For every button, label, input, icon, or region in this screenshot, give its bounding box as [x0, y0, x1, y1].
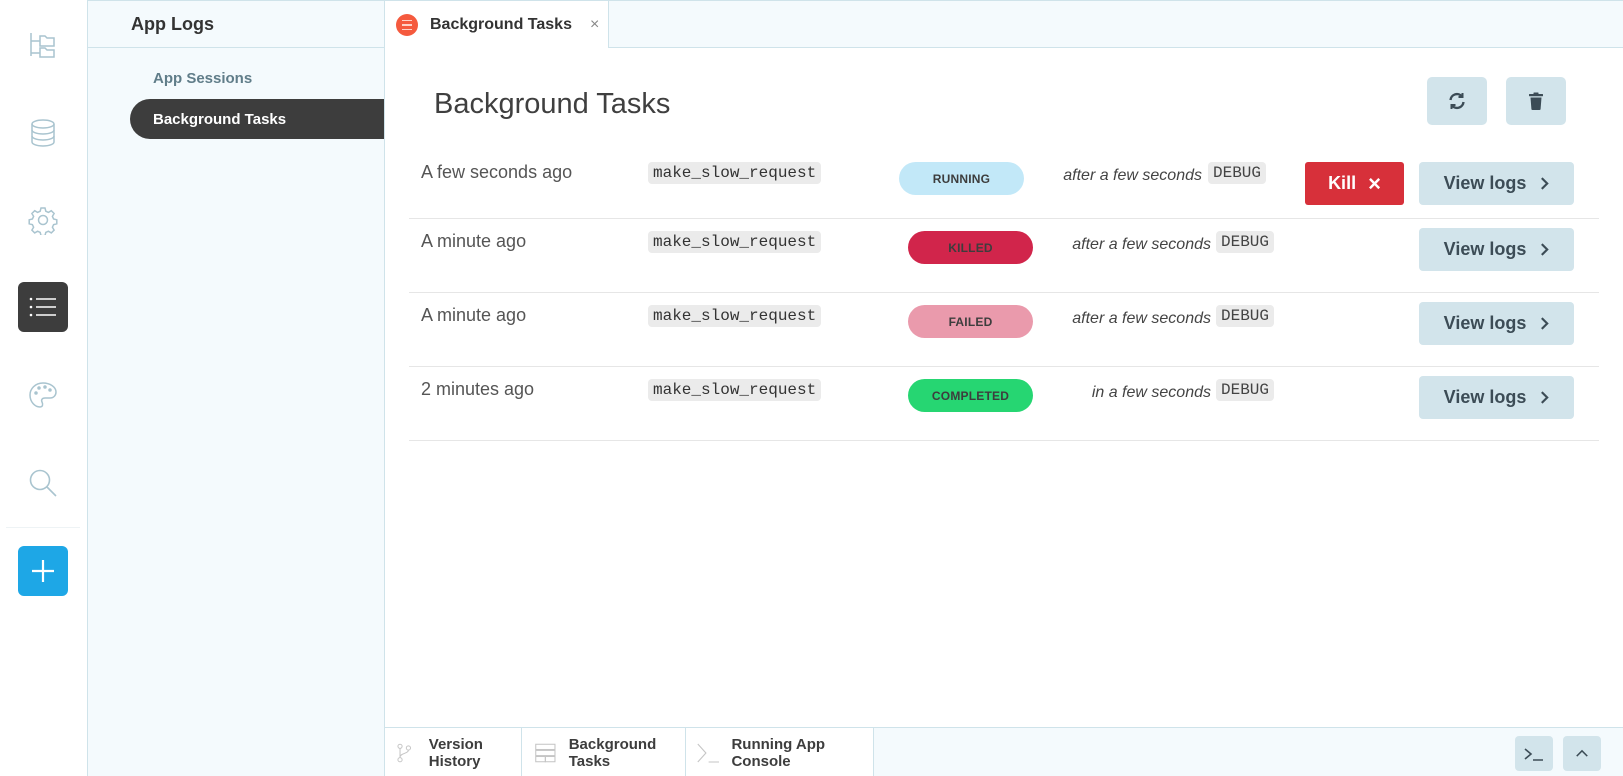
view-logs-button[interactable]: View logs: [1419, 376, 1574, 419]
open-console-button[interactable]: [1515, 736, 1553, 771]
chevron-right-icon: [1541, 243, 1550, 256]
palette-icon: [29, 382, 57, 408]
log-level-badge: DEBUG: [1208, 162, 1267, 184]
refresh-button[interactable]: [1427, 77, 1487, 125]
status-badge: KILLED: [908, 231, 1033, 264]
rail-database-button[interactable]: [18, 108, 68, 158]
sidebar-title: App Logs: [88, 0, 384, 48]
view-logs-label: View logs: [1443, 173, 1527, 193]
close-icon: ×: [1368, 170, 1381, 196]
icon-rail: [0, 0, 88, 776]
status-badge: COMPLETED: [908, 379, 1033, 412]
bottom-tab-label: Background Tasks: [568, 735, 657, 770]
task-name: make_slow_request: [648, 162, 822, 184]
tab-background-tasks[interactable]: Background Tasks ×: [385, 1, 609, 49]
bottom-tab-background-tasks[interactable]: Background Tasks: [522, 728, 686, 776]
expand-panel-button[interactable]: [1563, 736, 1601, 771]
view-logs-button[interactable]: View logs: [1419, 302, 1574, 345]
task-eta: in a few seconds: [1091, 384, 1211, 401]
task-time: A minute ago: [421, 231, 527, 251]
task-time: A minute ago: [421, 305, 527, 325]
chevron-right-icon: [1541, 177, 1550, 190]
bottom-tab-version-history[interactable]: Version History: [385, 728, 522, 776]
task-name: make_slow_request: [648, 379, 822, 401]
sidebar-item-app-sessions[interactable]: App Sessions: [130, 58, 384, 98]
task-list: A few seconds ago make_slow_request RUNN…: [409, 145, 1599, 441]
kill-label: Kill: [1328, 173, 1357, 193]
database-icon: [31, 119, 55, 147]
sidebar-item-background-tasks[interactable]: Background Tasks: [130, 99, 384, 139]
editor-tab-bar: Background Tasks ×: [385, 0, 1623, 49]
chevron-right-icon: [1541, 317, 1550, 330]
search-icon: [29, 469, 57, 497]
folder-tree-icon: [30, 33, 55, 58]
log-level-badge: DEBUG: [1216, 231, 1275, 253]
rail-add-button[interactable]: [18, 546, 68, 596]
git-branch-icon: [397, 743, 412, 762]
log-level-badge: DEBUG: [1216, 379, 1275, 401]
status-badge: RUNNING: [899, 162, 1024, 195]
app-logs-sidebar: App Logs App Sessions Background Tasks: [88, 0, 385, 776]
rail-theme-button[interactable]: [18, 370, 68, 420]
chevron-right-icon: [1541, 391, 1550, 404]
trash-icon: [1529, 92, 1543, 110]
task-eta: after a few seconds: [1072, 236, 1211, 253]
tab-label: Background Tasks: [430, 16, 572, 33]
task-name: make_slow_request: [648, 231, 822, 253]
plus-icon: [32, 560, 54, 582]
refresh-icon: [1449, 92, 1465, 110]
kill-button[interactable]: Kill ×: [1305, 162, 1404, 205]
rail-settings-button[interactable]: [18, 195, 68, 245]
background-tasks-icon: [396, 14, 418, 36]
task-eta: after a few seconds: [1072, 310, 1211, 327]
task-row: A few seconds ago make_slow_request RUNN…: [409, 145, 1599, 219]
list-icon: [29, 297, 56, 317]
task-row: A minute ago make_slow_request KILLED af…: [409, 219, 1599, 293]
task-row: A minute ago make_slow_request FAILED af…: [409, 293, 1599, 367]
view-logs-label: View logs: [1443, 239, 1527, 259]
bottom-tab-label: Running App Console: [731, 735, 826, 770]
rail-files-button[interactable]: [18, 20, 68, 70]
terminal-icon: [1524, 747, 1543, 761]
chevron-up-icon: [1576, 749, 1588, 757]
bottom-tab-label: Version History: [428, 735, 483, 770]
tasks-grid-icon: [535, 743, 556, 762]
background-tasks-panel: Background Tasks A few seconds ago make_…: [385, 48, 1623, 727]
view-logs-button[interactable]: View logs: [1419, 162, 1574, 205]
terminal-icon: [697, 743, 720, 763]
bottom-tab-running-app-console[interactable]: Running App Console: [686, 728, 874, 776]
task-time: 2 minutes ago: [421, 379, 535, 399]
rail-app-logs-button[interactable]: [18, 282, 68, 332]
close-icon[interactable]: ×: [590, 16, 599, 34]
bottom-panel-bar: Version History Background Tasks Running…: [385, 727, 1623, 776]
gear-icon: [28, 207, 58, 235]
task-time: A few seconds ago: [421, 162, 573, 182]
rail-search-button[interactable]: [18, 458, 68, 508]
status-badge: FAILED: [908, 305, 1033, 338]
log-level-badge: DEBUG: [1216, 305, 1275, 327]
view-logs-button[interactable]: View logs: [1419, 228, 1574, 271]
page-title: Background Tasks: [434, 88, 671, 120]
task-row: 2 minutes ago make_slow_request COMPLETE…: [409, 367, 1599, 441]
view-logs-label: View logs: [1443, 387, 1527, 407]
rail-divider: [6, 527, 80, 528]
task-eta: after a few seconds: [1063, 167, 1202, 184]
task-name: make_slow_request: [648, 305, 822, 327]
view-logs-label: View logs: [1443, 313, 1527, 333]
delete-all-button[interactable]: [1506, 77, 1566, 125]
